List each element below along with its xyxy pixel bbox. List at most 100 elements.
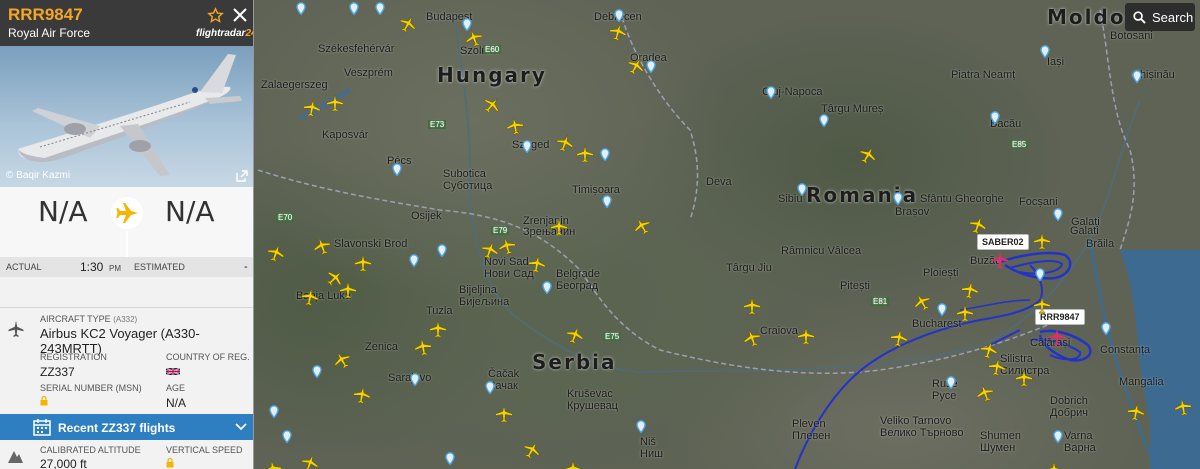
aircraft-icon[interactable] (300, 96, 323, 119)
map-pin-icon[interactable] (1053, 208, 1063, 221)
map-pin-icon[interactable] (1035, 268, 1045, 281)
flight-info-panel: RRR9847 Royal Air Force flightradar24 © … (0, 0, 254, 469)
aircraft-icon[interactable] (525, 252, 548, 275)
city-label: Galati (1070, 225, 1099, 237)
aircraft-icon[interactable] (1171, 395, 1194, 418)
estimated-time: - (244, 261, 248, 273)
city-label: Велико Търново (880, 427, 964, 439)
aircraft-icon[interactable] (549, 217, 569, 237)
aircraft-icon[interactable] (563, 459, 583, 469)
city-label: Tuzla (426, 305, 453, 317)
city-label: Belgrade (556, 268, 601, 280)
map-pin-icon[interactable] (522, 140, 532, 153)
map-pin-icon[interactable] (646, 60, 656, 73)
map-pin-icon[interactable] (946, 376, 956, 389)
city-label: Dobrich (1050, 395, 1088, 407)
aircraft-photo[interactable]: © Baqir Kazmi (0, 46, 253, 187)
origin-airport-code[interactable]: N/A (38, 195, 88, 228)
aircraft-icon[interactable] (958, 278, 981, 301)
recent-flights-label: Recent ZZ337 flights (58, 421, 176, 435)
map-pin-icon[interactable] (296, 2, 306, 15)
map-pin-icon[interactable] (542, 281, 552, 294)
city-label: Subotica (443, 168, 486, 180)
country-label-hungary: Hungary (437, 63, 547, 87)
selected-aircraft-icon[interactable] (990, 250, 1010, 270)
map-pin-icon[interactable] (312, 365, 322, 378)
aircraft-icon[interactable] (1032, 295, 1052, 315)
aircraft-icon[interactable] (325, 93, 345, 113)
map-pin-icon[interactable] (602, 195, 612, 208)
map-pin-icon[interactable] (893, 192, 903, 205)
map-pin-icon[interactable] (409, 254, 419, 267)
city-label: Шумен (980, 442, 1016, 454)
map-pin-icon[interactable] (437, 244, 447, 257)
map-pin-icon[interactable] (462, 18, 472, 31)
aircraft-icon[interactable] (1044, 460, 1064, 469)
calibrated-altitude-label: CALIBRATED ALTITUDE (40, 445, 141, 455)
map-pin-icon[interactable] (282, 430, 292, 443)
aircraft-icon[interactable] (494, 404, 514, 424)
aircraft-icon[interactable] (353, 253, 373, 273)
destination-airport-code[interactable]: N/A (165, 195, 215, 228)
aircraft-icon[interactable] (1032, 231, 1052, 251)
map-pin-icon[interactable] (410, 373, 420, 386)
aircraft-icon[interactable] (575, 144, 595, 164)
registration-value[interactable]: ZZ337 (40, 365, 75, 379)
altitude-icon (8, 451, 23, 463)
aircraft-icon[interactable] (985, 355, 1008, 378)
map-pin-icon[interactable] (1101, 322, 1111, 335)
aircraft-icon[interactable] (503, 114, 526, 137)
map-pin-icon[interactable] (766, 86, 776, 99)
city-label: Бијељина (459, 296, 510, 308)
aircraft-photo-image (18, 54, 242, 176)
map-pin-icon[interactable] (485, 381, 495, 394)
map-pin-icon[interactable] (636, 420, 646, 433)
map-pin-icon[interactable] (375, 2, 385, 15)
aircraft-icon[interactable] (742, 296, 762, 316)
city-label: Brăila (1086, 238, 1115, 250)
aircraft-icon[interactable] (298, 285, 321, 308)
city-label: Osijek (411, 210, 442, 222)
recent-flights-bar[interactable]: Recent ZZ337 flights (0, 414, 253, 440)
search-button[interactable]: Search (1125, 3, 1195, 31)
flight-label-saber02[interactable]: SABER02 (977, 234, 1029, 250)
map-pin-icon[interactable] (819, 114, 829, 127)
map-pin-icon[interactable] (600, 148, 610, 161)
close-icon[interactable] (233, 8, 247, 22)
star-icon[interactable] (207, 7, 224, 24)
aircraft-icon[interactable] (1124, 400, 1147, 423)
aircraft-icon (8, 320, 24, 337)
aircraft-icon[interactable] (261, 457, 284, 469)
country-label-moldova: Moldo (1047, 5, 1126, 29)
lock-icon[interactable] (166, 458, 174, 468)
map-pin-icon[interactable] (269, 405, 279, 418)
map-pin-icon[interactable] (990, 111, 1000, 124)
estimated-label: ESTIMATED (134, 262, 185, 272)
map-pin-icon[interactable] (797, 183, 807, 196)
aircraft-icon[interactable] (955, 303, 975, 323)
chevron-down-icon[interactable] (235, 423, 247, 431)
aircraft-icon[interactable] (350, 383, 373, 406)
map-pin-icon[interactable] (937, 303, 947, 316)
city-label: Kaposvár (322, 129, 369, 141)
aircraft-icon[interactable] (338, 280, 358, 300)
map-pin-icon[interactable] (1053, 430, 1063, 443)
city-label: Niš (640, 436, 656, 448)
aircraft-icon[interactable] (411, 335, 434, 358)
map-pin-icon[interactable] (1040, 45, 1050, 58)
map-pin-icon[interactable] (445, 452, 455, 465)
map-pin-icon[interactable] (392, 163, 402, 176)
map-pin-icon[interactable] (614, 9, 624, 22)
aircraft-icon[interactable] (887, 326, 910, 349)
aircraft-icon[interactable] (1014, 368, 1034, 388)
map-pin-icon[interactable] (1132, 70, 1142, 83)
selected-aircraft-icon[interactable] (1047, 327, 1067, 347)
city-label: Râmnicu Vâlcea (781, 245, 862, 257)
lock-icon[interactable] (40, 396, 48, 406)
aircraft-icon[interactable] (796, 326, 816, 346)
city-label: Varna (1064, 430, 1093, 442)
expand-icon[interactable] (236, 170, 248, 182)
search-label: Search (1152, 9, 1194, 25)
map-pin-icon[interactable] (349, 2, 359, 15)
city-label: Târgu Mureș (821, 103, 884, 115)
